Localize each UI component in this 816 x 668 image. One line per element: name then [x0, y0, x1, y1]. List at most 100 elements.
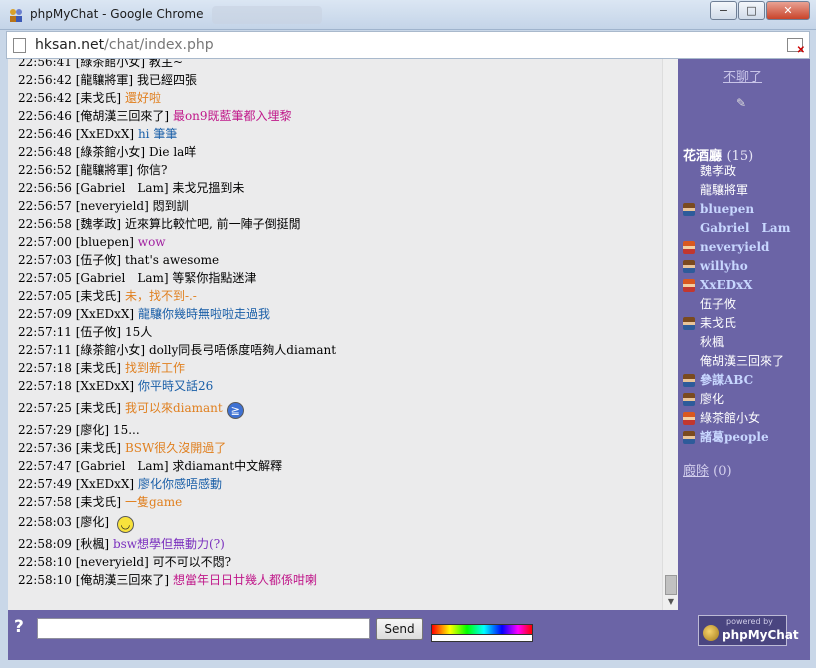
send-button[interactable]: Send — [376, 618, 423, 640]
message-time: 22:57:18 — [18, 361, 72, 375]
chat-scrollbar[interactable]: ▼ — [662, 59, 678, 610]
message-user[interactable]: [耒戈氏] — [76, 441, 121, 455]
close-button[interactable]: ✕ — [766, 1, 810, 20]
message-user[interactable]: [廖化] — [76, 423, 109, 437]
message-user[interactable]: [Gabriel Lam] — [76, 459, 169, 473]
message-time: 22:58:09 — [18, 537, 72, 551]
user-name[interactable]: 伍子攸 — [683, 297, 736, 311]
user-item[interactable]: 耒戈氏 — [683, 314, 809, 333]
message-text: 找到新工作 — [124, 361, 185, 375]
message-user[interactable]: [秋楓] — [76, 537, 109, 551]
message-user[interactable]: [Gabriel Lam] — [76, 181, 169, 195]
message-user[interactable]: [XxEDxX] — [76, 307, 134, 321]
user-item[interactable]: 諸葛people — [683, 428, 809, 447]
leave-chat-link[interactable]: 不聊了 — [723, 66, 762, 85]
user-name[interactable]: 龍驤將軍 — [683, 183, 748, 197]
user-item[interactable]: bluepen — [683, 200, 809, 219]
user-item[interactable]: 綠茶館小女 — [683, 409, 809, 428]
message-row: 22:57:49 [XxEDxX] 廖化你感唔感動 — [18, 475, 658, 493]
other-room[interactable]: 廏除 (0) — [683, 460, 732, 479]
message-user[interactable]: [綠茶館小女] — [76, 59, 145, 69]
laughing-smiley-icon: ≧ — [226, 402, 244, 419]
user-name[interactable]: 諸葛people — [683, 430, 769, 444]
message-list: 22:56:41 [綠茶館小女] 教主~ 22:56:42 [龍驤將軍] 我已經四… — [18, 59, 658, 589]
message-time: 22:57:18 — [18, 379, 72, 393]
user-name[interactable]: 秋楓 — [683, 335, 724, 349]
message-user[interactable]: [龍驤將軍] — [76, 73, 133, 87]
pin-icon[interactable]: ✎ — [736, 96, 746, 110]
message-user[interactable]: [耒戈氏] — [76, 495, 121, 509]
message-user[interactable]: [綠茶館小女] — [76, 145, 145, 159]
message-time: 22:57:11 — [18, 325, 72, 339]
user-item[interactable]: 廖化 — [683, 390, 809, 409]
message-user[interactable]: [耒戈氏] — [76, 401, 121, 415]
message-user[interactable]: [伍子攸] — [76, 253, 121, 267]
message-user[interactable]: [XxEDxX] — [76, 379, 134, 393]
user-item[interactable]: 參謀ABC — [683, 371, 809, 390]
message-input[interactable] — [37, 618, 370, 639]
user-item[interactable]: XxEDxX — [683, 276, 809, 295]
message-user[interactable]: [耒戈氏] — [76, 289, 121, 303]
message-user[interactable]: [XxEDxX] — [76, 127, 134, 141]
user-item[interactable]: 秋楓 — [683, 333, 809, 352]
message-time: 22:57:58 — [18, 495, 72, 509]
message-user[interactable]: [俺胡漢三回來了] — [76, 109, 169, 123]
minimize-button[interactable]: − — [710, 1, 737, 20]
message-text: 等緊你指點迷津 — [172, 271, 257, 285]
user-name[interactable]: 魏孝政 — [683, 164, 736, 178]
user-item[interactable]: willyho — [683, 257, 809, 276]
user-item[interactable]: 俺胡漢三回來了 — [683, 352, 809, 371]
user-name[interactable]: 俺胡漢三回來了 — [683, 354, 784, 368]
phpmychat-logo[interactable]: powered by phpMyChat — [698, 615, 799, 646]
message-time: 22:57:29 — [18, 423, 72, 437]
message-user[interactable]: [魏孝政] — [76, 217, 121, 231]
message-text: 一隻game — [124, 495, 183, 509]
chat-messages-pane: 22:56:41 [綠茶館小女] 教主~ 22:56:42 [龍驤將軍] 我已經四… — [8, 59, 678, 610]
message-time: 22:57:09 — [18, 307, 72, 321]
scroll-down-arrow-icon[interactable]: ▼ — [665, 597, 677, 607]
user-item[interactable]: 龍驤將軍 — [683, 181, 809, 200]
url-text[interactable]: hksan.net/chat/index.php — [35, 37, 214, 53]
help-icon[interactable]: ? — [14, 617, 24, 637]
message-row: 22:56:41 [綠茶館小女] 教主~ — [18, 59, 658, 71]
message-user[interactable]: [neveryield] — [76, 199, 149, 213]
user-name[interactable]: Gabriel Lam — [683, 221, 790, 235]
message-user[interactable]: [龍驤將軍] — [76, 163, 133, 177]
message-user[interactable]: [伍子攸] — [76, 325, 121, 339]
user-item[interactable]: 魏孝政 — [683, 162, 809, 181]
message-text: bsw想學但無動力(?) — [112, 537, 225, 551]
url-path: /chat/index.php — [104, 37, 214, 53]
message-row: 22:57:09 [XxEDxX] 龍驤你幾時無啦啦走過我 — [18, 305, 658, 323]
message-time: 22:56:46 — [18, 109, 72, 123]
user-name[interactable]: neveryield — [683, 240, 769, 254]
message-row: 22:58:09 [秋楓] bsw想學但無動力(?) — [18, 535, 658, 553]
message-user[interactable]: [俺胡漢三回來了] — [76, 573, 169, 587]
message-text: 教主~ — [148, 59, 183, 69]
message-user[interactable]: [耒戈氏] — [76, 361, 121, 375]
message-user[interactable]: [neveryield] — [76, 555, 149, 569]
message-row: 22:57:36 [耒戈氏] BSW很久沒開過了 — [18, 439, 658, 457]
user-item[interactable]: neveryield — [683, 238, 809, 257]
user-item[interactable]: 伍子攸 — [683, 295, 809, 314]
page-error-icon[interactable] — [787, 38, 805, 56]
scrollbar-thumb[interactable] — [665, 575, 677, 595]
message-time: 22:57:11 — [18, 343, 72, 357]
message-user[interactable]: [XxEDxX] — [76, 477, 134, 491]
user-item[interactable]: Gabriel Lam — [683, 219, 809, 238]
message-row: 22:57:05 [Gabriel Lam] 等緊你指點迷津 — [18, 269, 658, 287]
message-text: 我可以來diamant — [124, 401, 223, 415]
male-user-icon — [683, 431, 695, 444]
message-row: 22:57:25 [耒戈氏] 我可以來diamant ≧ — [18, 395, 658, 421]
address-bar[interactable]: hksan.net/chat/index.php — [6, 31, 810, 59]
message-user[interactable]: [bluepen] — [76, 235, 134, 249]
message-user[interactable]: [綠茶館小女] — [76, 343, 145, 357]
message-row: 22:56:56 [Gabriel Lam] 耒戈兄搵到未 — [18, 179, 658, 197]
other-room-name[interactable]: 廏除 — [683, 464, 709, 479]
maximize-button[interactable]: □ — [738, 1, 765, 20]
message-user[interactable]: [Gabriel Lam] — [76, 271, 169, 285]
message-row: 22:57:11 [伍子攸] 15人 — [18, 323, 658, 341]
logo-name: phpMyChat — [722, 628, 799, 642]
color-picker[interactable] — [431, 624, 533, 642]
message-user[interactable]: [廖化] — [76, 515, 109, 529]
message-user[interactable]: [耒戈氏] — [76, 91, 121, 105]
